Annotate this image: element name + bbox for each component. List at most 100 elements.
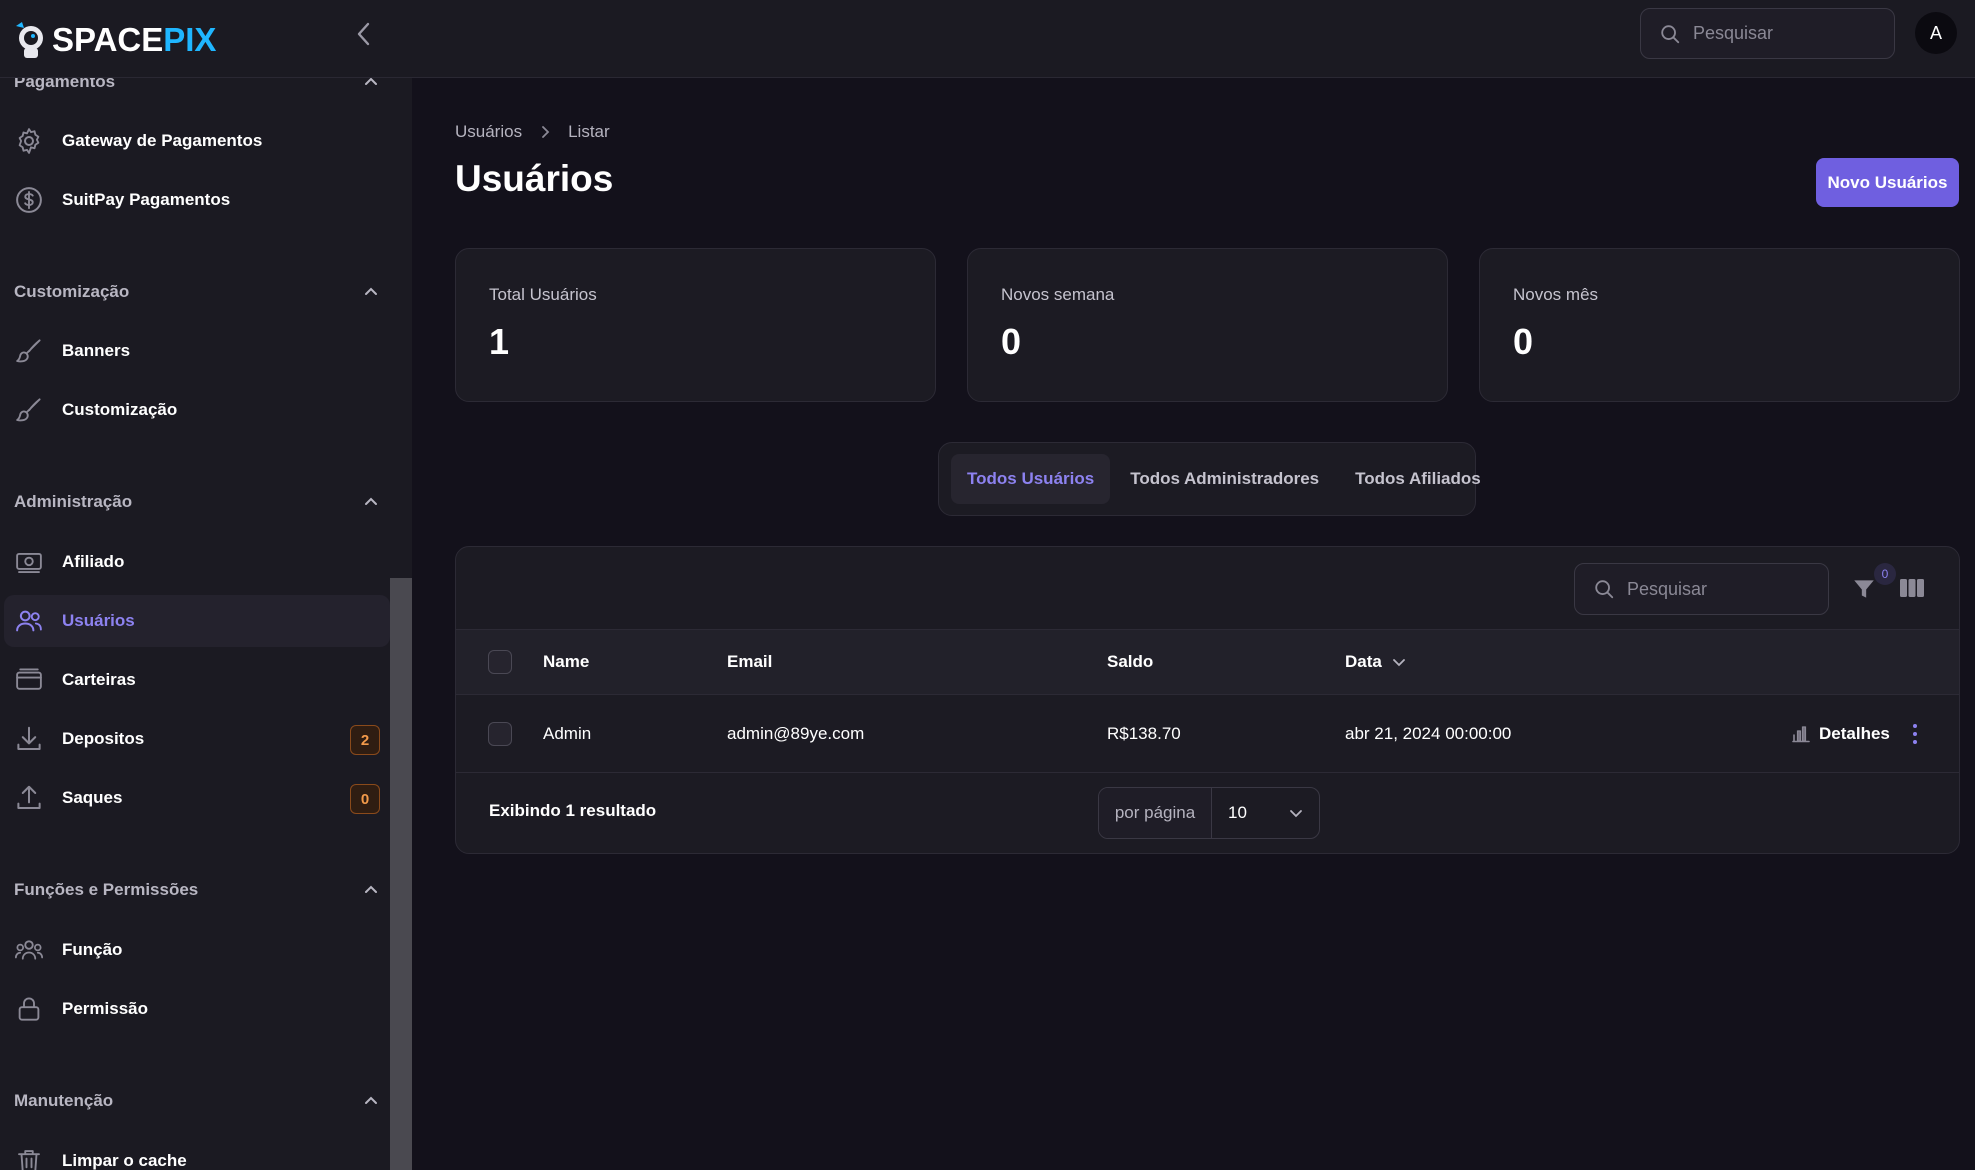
sidebar-item-banners[interactable]: Banners bbox=[4, 325, 390, 377]
chevron-up-icon bbox=[365, 885, 377, 893]
global-search[interactable] bbox=[1640, 8, 1895, 59]
sidebar-item-label: Limpar o cache bbox=[62, 1151, 187, 1170]
sidebar-item-label: Função bbox=[62, 940, 123, 959]
column-header-saldo[interactable]: Saldo bbox=[1107, 630, 1153, 694]
table-row[interactable]: Admin admin@89ye.com R$138.70 abr 21, 20… bbox=[456, 695, 1959, 773]
chevron-right-icon bbox=[542, 126, 550, 138]
stat-card-new-week: Novos semana 0 bbox=[967, 248, 1448, 402]
sidebar-item-carteiras[interactable]: Carteiras bbox=[4, 654, 390, 706]
lock-icon bbox=[18, 997, 40, 1021]
sidebar-item-permissao[interactable]: Permissão bbox=[4, 983, 390, 1035]
stat-label: Total Usuários bbox=[489, 285, 597, 304]
users-icon bbox=[16, 610, 42, 632]
details-label: Detalhes bbox=[1819, 723, 1890, 743]
sidebar-item-label: Banners bbox=[62, 341, 131, 360]
astronaut-logo-icon bbox=[16, 22, 43, 58]
table-footer: Exibindo 1 resultado por página 10 bbox=[456, 773, 1959, 853]
sidebar-group-customizacao[interactable]: Customização bbox=[14, 282, 379, 302]
table-search-input[interactable] bbox=[1627, 578, 1797, 600]
stat-label: Novos semana bbox=[1001, 285, 1115, 304]
user-group-icon bbox=[15, 940, 43, 960]
sidebar-group-pagamentos[interactable]: Pagamentos bbox=[14, 78, 379, 92]
download-icon bbox=[17, 726, 41, 750]
sidebar-group-title: Pagamentos bbox=[14, 78, 116, 91]
sidebar-item-gateway-de-pagamentos[interactable]: Gateway de Pagamentos bbox=[4, 115, 390, 167]
filter-icon bbox=[1854, 580, 1874, 598]
columns-icon bbox=[1900, 579, 1924, 597]
sidebar-group-title: Customização bbox=[14, 282, 130, 301]
stat-value: 0 bbox=[1001, 321, 1022, 362]
new-user-button[interactable]: Novo Usuários bbox=[1816, 158, 1959, 207]
sidebar-group-funcoes-e-permissoes[interactable]: Funções e Permissões bbox=[14, 880, 379, 900]
sidebar-group-title: Administração bbox=[14, 492, 133, 511]
sidebar-group-title: Manutenção bbox=[14, 1091, 114, 1110]
top-bar: SPACEPIX A bbox=[0, 0, 1975, 78]
chevron-down-icon bbox=[1290, 810, 1302, 818]
search-icon bbox=[1595, 580, 1614, 599]
withdrawals-count-badge: 0 bbox=[350, 784, 380, 814]
sidebar-item-label: Gateway de Pagamentos bbox=[62, 131, 263, 150]
sidebar-item-limpar-o-cache[interactable]: Limpar o cache bbox=[4, 1135, 390, 1170]
sidebar-item-usuarios[interactable]: Usuários bbox=[4, 595, 390, 647]
row-select-cell bbox=[488, 695, 512, 772]
sidebar-item-depositos[interactable]: Depositos 2 bbox=[4, 713, 390, 765]
cell-saldo: R$138.70 bbox=[1107, 723, 1181, 743]
sidebar-item-funcao[interactable]: Função bbox=[4, 924, 390, 976]
tab-todos-usuarios[interactable]: Todos Usuários bbox=[951, 454, 1111, 504]
bar-chart-icon bbox=[1792, 725, 1810, 742]
per-page-value: 10 bbox=[1228, 803, 1247, 822]
search-icon bbox=[1661, 24, 1680, 43]
chevron-up-icon bbox=[365, 287, 377, 295]
select-all-checkbox[interactable] bbox=[488, 650, 512, 674]
per-page-dropdown[interactable]: 10 bbox=[1212, 788, 1319, 838]
row-checkbox[interactable] bbox=[488, 721, 512, 746]
columns-toggle-button[interactable] bbox=[1899, 577, 1925, 599]
chevron-up-icon bbox=[365, 1096, 377, 1104]
sidebar-collapse-button[interactable] bbox=[352, 18, 376, 50]
stat-value: 0 bbox=[1513, 321, 1534, 362]
sidebar-item-label: Afiliado bbox=[62, 552, 125, 571]
column-header-data[interactable]: Data bbox=[1345, 630, 1406, 694]
user-filter-tabs: Todos Usuários Todos Administradores Tod… bbox=[938, 442, 1481, 516]
sidebar-item-label: Depositos bbox=[62, 729, 145, 748]
tab-todos-administradores[interactable]: Todos Administradores bbox=[1114, 454, 1335, 504]
cell-name: Admin bbox=[543, 723, 592, 743]
sidebar-item-label: Usuários bbox=[62, 611, 135, 630]
stat-card-new-month: Novos mês 0 bbox=[1479, 248, 1960, 402]
filter-button[interactable] bbox=[1851, 575, 1877, 603]
sidebar-scrollbar[interactable] bbox=[390, 578, 412, 1170]
breadcrumb-link-usuarios[interactable]: Usuários bbox=[455, 122, 522, 142]
more-vertical-icon bbox=[1913, 724, 1917, 744]
sidebar: Pagamentos Gateway de Pagamentos SuitPay… bbox=[0, 78, 412, 1170]
stat-card-total-users: Total Usuários 1 bbox=[455, 248, 936, 402]
logo[interactable]: SPACEPIX bbox=[12, 18, 216, 62]
row-more-actions-button[interactable] bbox=[1911, 722, 1919, 746]
per-page-label: por página bbox=[1099, 788, 1212, 838]
sidebar-item-label: Customização bbox=[62, 400, 178, 419]
filter-count-badge: 0 bbox=[1874, 563, 1896, 585]
sidebar-group-manutencao[interactable]: Manutenção bbox=[14, 1091, 379, 1111]
sidebar-item-suitpay-pagamentos[interactable]: SuitPay Pagamentos bbox=[4, 174, 390, 226]
per-page-select[interactable]: por página 10 bbox=[1098, 787, 1320, 839]
column-header-label: Data bbox=[1345, 652, 1382, 671]
sidebar-item-saques[interactable]: Saques 0 bbox=[4, 772, 390, 824]
table-search[interactable] bbox=[1574, 563, 1829, 615]
tab-todos-afiliados[interactable]: Todos Afiliados bbox=[1339, 454, 1497, 504]
column-header-name[interactable]: Name bbox=[543, 630, 589, 694]
gear-icon bbox=[18, 128, 40, 154]
user-avatar[interactable]: A bbox=[1915, 12, 1957, 54]
global-search-input[interactable] bbox=[1693, 23, 1863, 44]
chevron-left-icon bbox=[357, 22, 370, 46]
table-header: Name Email Saldo Data bbox=[456, 629, 1959, 695]
upload-icon bbox=[17, 785, 41, 809]
column-header-email[interactable]: Email bbox=[727, 630, 772, 694]
sidebar-item-customizacao[interactable]: Customização bbox=[4, 384, 390, 436]
deposits-count-badge: 2 bbox=[350, 725, 380, 755]
sidebar-item-afiliado[interactable]: Afiliado bbox=[4, 536, 390, 588]
select-all-cell bbox=[488, 630, 512, 694]
result-count-text: Exibindo 1 resultado bbox=[489, 801, 657, 820]
details-button[interactable]: Detalhes bbox=[1791, 695, 1890, 772]
brand-name: SPACEPIX bbox=[52, 21, 217, 58]
paintbrush-icon bbox=[16, 339, 41, 363]
sidebar-group-administracao[interactable]: Administração bbox=[14, 492, 379, 512]
